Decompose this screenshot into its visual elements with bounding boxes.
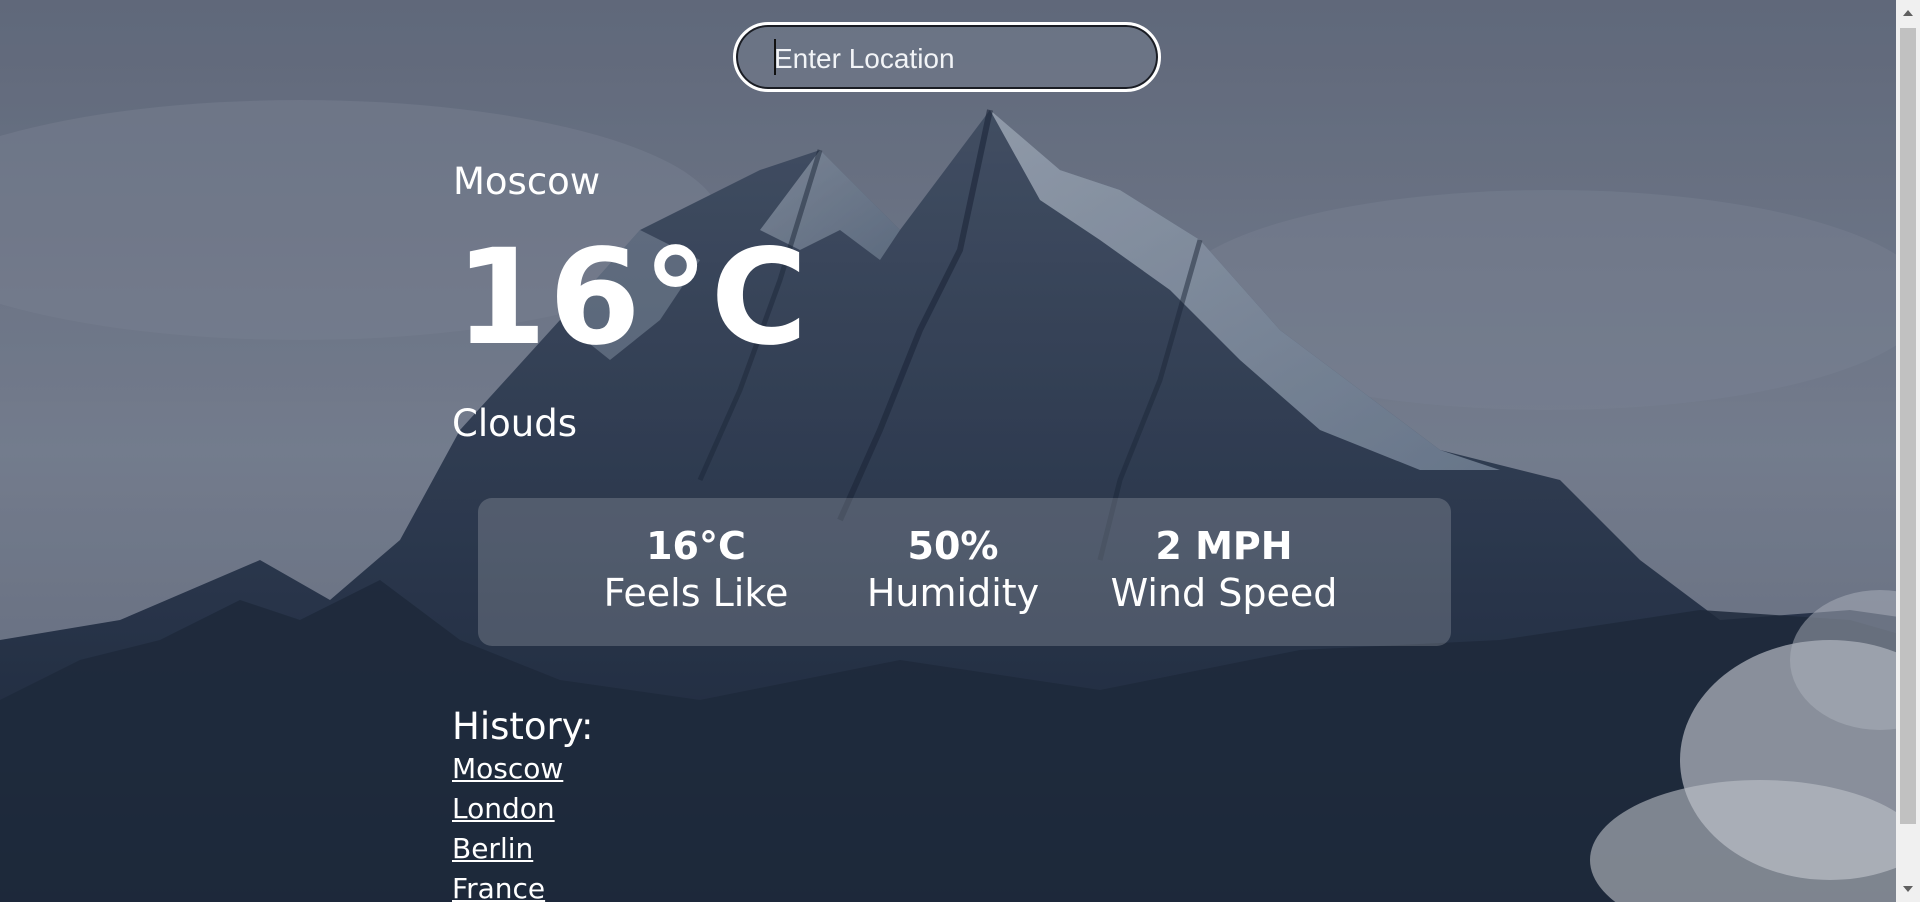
scroll-down-arrow-icon[interactable] <box>1903 886 1913 892</box>
feels-like-label: Feels Like <box>603 570 789 615</box>
humidity-value: 50% <box>907 524 999 568</box>
weather-stats-panel: 16°C Feels Like 50% Humidity 2 MPH Wind … <box>478 498 1451 646</box>
humidity-stat: 50% Humidity <box>853 524 1053 619</box>
history-link-london[interactable]: London <box>452 789 593 829</box>
scroll-up-arrow-icon[interactable] <box>1903 10 1913 16</box>
history-title: History: <box>452 705 594 748</box>
humidity-label: Humidity <box>866 570 1040 615</box>
scrollbar-thumb[interactable] <box>1900 28 1916 824</box>
city-name: Moscow <box>453 160 601 203</box>
wind-speed-value: 2 MPH <box>1155 524 1293 568</box>
feels-like-value: 16°C <box>646 524 746 568</box>
app-viewport: Moscow 16°C Clouds 16°C Feels Like 50% H… <box>0 0 1920 902</box>
weather-description: Clouds <box>452 402 577 445</box>
search-history: History: Moscow London Berlin France <box>452 705 594 902</box>
current-temperature: 16°C <box>455 221 810 375</box>
feels-like-stat: 16°C Feels Like <box>596 524 796 619</box>
text-cursor <box>774 39 776 75</box>
location-search-box[interactable] <box>733 22 1161 92</box>
mountain-background-image <box>0 0 1920 902</box>
wind-speed-stat: 2 MPH Wind Speed <box>1104 524 1344 619</box>
location-input[interactable] <box>772 37 1136 81</box>
vertical-scrollbar[interactable] <box>1896 0 1920 902</box>
wind-speed-label: Wind Speed <box>1110 570 1338 615</box>
history-link-moscow[interactable]: Moscow <box>452 749 593 789</box>
history-link-berlin[interactable]: Berlin <box>452 829 593 869</box>
history-link-france[interactable]: France <box>452 869 593 902</box>
